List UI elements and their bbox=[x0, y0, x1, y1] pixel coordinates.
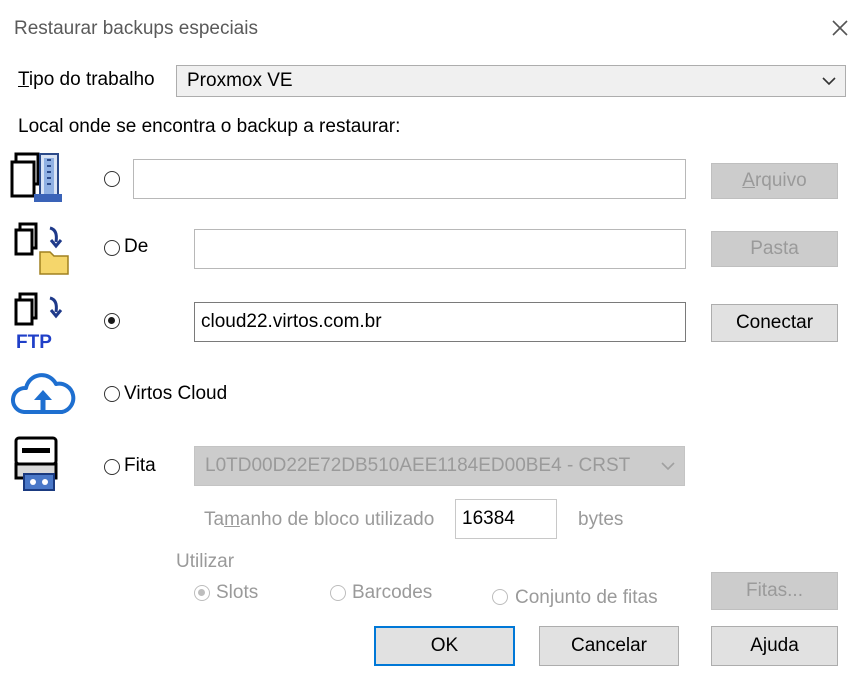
chevron-down-icon bbox=[822, 77, 836, 86]
tape-device-value: L0TD00D22E72DB510AEE1184ED00BE4 - CRST bbox=[205, 455, 631, 476]
chevron-down-icon bbox=[661, 462, 675, 471]
radio-tape-set[interactable] bbox=[492, 589, 508, 605]
block-size-value: 16384 bbox=[462, 508, 515, 529]
radio-slots[interactable] bbox=[194, 585, 210, 601]
folder-label: De bbox=[124, 236, 149, 257]
ftp-server-input[interactable]: cloud22.virtos.com.br bbox=[194, 302, 686, 342]
location-label: Local onde se encontra o backup a restau… bbox=[18, 116, 401, 137]
ftp-server-value: cloud22.virtos.com.br bbox=[201, 311, 382, 332]
close-icon[interactable] bbox=[826, 14, 854, 42]
copy-to-folder-icon bbox=[14, 222, 69, 275]
tapes-button[interactable]: Fitas... bbox=[711, 572, 838, 610]
help-button-label: Ajuda bbox=[750, 635, 799, 656]
ftp-icon: FTP bbox=[14, 292, 63, 353]
file-button[interactable]: Arquivo bbox=[711, 163, 838, 199]
tape-drive-icon bbox=[14, 436, 58, 491]
cancel-button[interactable]: Cancelar bbox=[539, 626, 679, 666]
cloud-label: Virtos Cloud bbox=[124, 383, 228, 404]
folder-button[interactable]: Pasta bbox=[711, 231, 838, 267]
tape-set-label: Conjunto de fitas bbox=[515, 587, 658, 608]
radio-barcodes[interactable] bbox=[330, 585, 346, 601]
connect-button[interactable]: Conectar bbox=[711, 304, 838, 342]
connect-button-label: Conectar bbox=[735, 312, 814, 333]
radio-folder[interactable] bbox=[104, 240, 120, 256]
tapes-button-label: Fitas... bbox=[745, 580, 803, 601]
block-size-input[interactable]: 16384 bbox=[455, 499, 557, 539]
window-title: Restaurar backups especiais bbox=[14, 18, 258, 39]
radio-ftp[interactable] bbox=[104, 313, 120, 329]
block-size-unit: bytes bbox=[578, 509, 624, 530]
help-button[interactable]: Ajuda bbox=[711, 626, 838, 666]
radio-cloud[interactable] bbox=[104, 386, 120, 402]
barcodes-label: Barcodes bbox=[352, 582, 433, 603]
radio-file[interactable] bbox=[104, 171, 120, 187]
ok-button-label: OK bbox=[430, 635, 459, 656]
folder-path-input[interactable] bbox=[194, 229, 686, 269]
block-size-label: Tamanho de bloco utilizado bbox=[204, 509, 435, 530]
tape-label: Fita bbox=[124, 455, 156, 476]
slots-label: Slots bbox=[216, 582, 259, 603]
job-type-label: Tipo do trabalho bbox=[18, 69, 155, 90]
file-button-label: rquivo bbox=[754, 170, 807, 191]
job-type-select[interactable]: Proxmox VE bbox=[176, 65, 846, 97]
ok-button[interactable]: OK bbox=[374, 626, 515, 666]
folder-button-label: Pasta bbox=[750, 238, 799, 259]
job-type-label-text: ipo do trabalho bbox=[28, 69, 155, 90]
cloud-upload-icon bbox=[11, 373, 76, 414]
zip-archive-icon bbox=[10, 152, 62, 202]
use-label: Utilizar bbox=[176, 551, 235, 572]
cancel-button-label: Cancelar bbox=[570, 635, 648, 656]
ftp-icon-text: FTP bbox=[16, 332, 52, 353]
radio-tape[interactable] bbox=[104, 459, 120, 475]
job-type-value: Proxmox VE bbox=[187, 70, 293, 91]
tape-device-select[interactable]: L0TD00D22E72DB510AEE1184ED00BE4 - CRST bbox=[194, 446, 685, 486]
file-path-input[interactable] bbox=[133, 159, 686, 199]
